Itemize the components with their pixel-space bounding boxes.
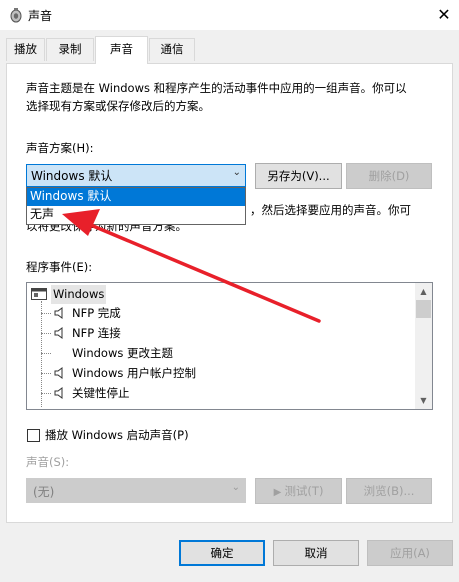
speaker-icon	[54, 367, 63, 379]
scroll-thumb[interactable]	[416, 300, 431, 318]
delete-button[interactable]: 删除(D)	[346, 163, 432, 189]
close-icon[interactable]: ✕	[432, 3, 456, 27]
tree-branch	[41, 393, 51, 394]
event-item-windows[interactable]: Windows	[51, 285, 107, 304]
test-button-label: 测试(T)	[284, 484, 324, 498]
scheme-label: 声音方案(H):	[26, 141, 94, 155]
events-label: 程序事件(E):	[26, 260, 93, 274]
speaker-icon	[54, 327, 63, 339]
event-item-nfp-connect[interactable]: NFP 连接	[72, 324, 121, 343]
startup-sound-checkbox[interactable]	[27, 429, 40, 442]
scheme-option-windows-default[interactable]: Windows 默认	[27, 188, 245, 206]
browse-button[interactable]: 浏览(B)...	[346, 478, 432, 504]
chevron-down-icon: ⌄	[231, 482, 240, 493]
event-item-nfp-complete[interactable]: NFP 完成	[72, 304, 121, 323]
window-title: 声音	[28, 9, 53, 23]
event-item-critical-stop[interactable]: 关键性停止	[72, 384, 130, 403]
speaker-icon	[54, 307, 63, 319]
description-line-2: 选择现有方案或保存修改后的方案。	[26, 99, 210, 113]
description-line-1: 声音主题是在 Windows 和程序产生的活动事件中应用的一组声音。你可以	[26, 81, 407, 95]
tab-playback[interactable]: 播放	[6, 38, 45, 61]
save-as-button[interactable]: 另存为(V)...	[255, 163, 342, 189]
tree-branch	[41, 313, 51, 314]
events-list[interactable]: ▲ ▼ Windows NFP 完成 NFP 连接 Windows 更改主题 W…	[26, 282, 433, 410]
startup-sound-label: 播放 Windows 启动声音(P)	[45, 428, 189, 442]
event-item-uac[interactable]: Windows 用户帐户控制	[72, 364, 196, 383]
scroll-down-icon[interactable]: ▼	[415, 392, 432, 409]
title-bar	[0, 0, 459, 30]
event-item-windows-theme[interactable]: Windows 更改主题	[72, 344, 173, 363]
tab-sounds[interactable]: 声音	[95, 36, 148, 64]
scheme-select-value: Windows 默认	[31, 169, 113, 183]
apply-button[interactable]: 应用(A)	[367, 540, 453, 566]
tab-communications[interactable]: 通信	[149, 38, 195, 61]
scheme-dropdown: Windows 默认 无声	[26, 187, 246, 225]
scheme-option-silent[interactable]: 无声	[27, 206, 245, 224]
cancel-button[interactable]: 取消	[273, 540, 359, 566]
tree-branch	[41, 333, 51, 334]
hint-line-1: ，然后选择要应用的声音。你可	[250, 203, 411, 217]
chevron-down-icon: ⌄	[232, 167, 241, 178]
speaker-icon	[54, 387, 63, 399]
test-button[interactable]: ▶ 测试(T)	[255, 478, 342, 504]
scheme-select[interactable]: Windows 默认 ⌄	[26, 164, 246, 187]
tree-branch	[41, 373, 51, 374]
tree-branch	[41, 353, 51, 354]
ok-button[interactable]: 确定	[179, 540, 265, 566]
tree-connector	[41, 301, 42, 407]
sound-select-value: (无)	[33, 485, 55, 499]
play-icon: ▶	[273, 487, 285, 498]
events-scrollbar[interactable]: ▲ ▼	[415, 283, 432, 409]
tab-recording[interactable]: 录制	[46, 38, 94, 61]
window-app-icon	[31, 288, 47, 300]
sound-label: 声音(S):	[26, 455, 70, 469]
scroll-up-icon[interactable]: ▲	[415, 283, 432, 300]
speaker-app-icon	[10, 8, 22, 23]
sound-select[interactable]: (无) ⌄	[26, 478, 246, 503]
